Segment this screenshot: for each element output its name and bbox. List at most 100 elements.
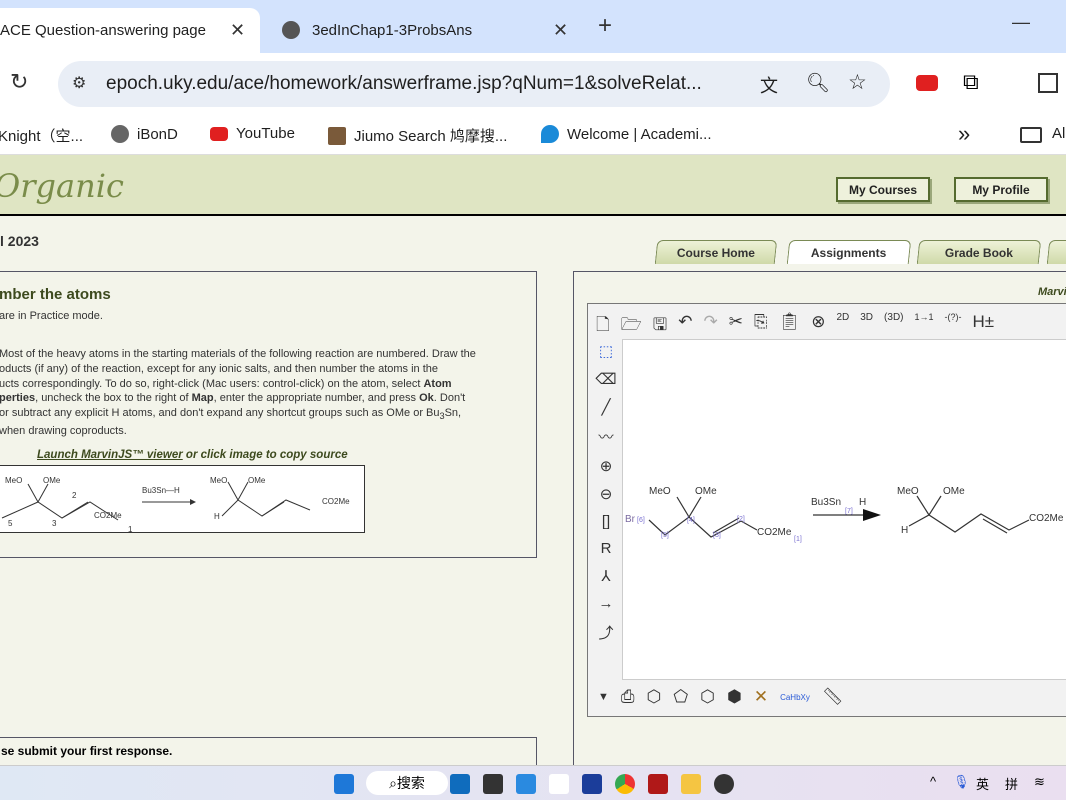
tab-title: 3edInChap1-3ProbsAns [312,22,473,39]
translate-icon[interactable]: 文 [760,72,778,98]
bookmark-ibond[interactable]: iBonD [111,125,178,143]
auto-map-icon[interactable]: 1→1 [915,312,934,341]
youtube-extension-icon[interactable] [916,75,938,91]
launch-marvin-link[interactable]: Launch MarvinJS™ viewer [37,449,183,461]
more-bookmarks-button[interactable]: » [958,121,970,147]
undo-icon[interactable]: ↶ [678,312,692,341]
r-group-icon[interactable]: R [601,540,612,557]
drop-icon [541,125,559,143]
ring-icon[interactable]: ⬡ [647,687,662,707]
close-tab-icon[interactable]: ✕ [553,20,568,41]
chrome-icon[interactable] [615,774,635,794]
new-tab-button[interactable]: + [598,12,612,40]
new-document-icon[interactable]: 🗋 [596,312,610,341]
course-title: l 2023 [0,233,39,249]
rotate-3d-icon[interactable]: (3D) [884,312,903,341]
formula-button[interactable]: CaHbXy [780,693,810,702]
text: . Don't [433,392,466,405]
my-courses-button[interactable]: My Courses [836,177,930,202]
label: MeO [210,476,227,485]
minimize-button[interactable]: — [1012,12,1030,33]
tray-chevron-icon[interactable]: ^ [930,774,936,789]
expand-icon[interactable]: ▼ [598,691,609,703]
charge-minus-icon[interactable]: ⊖ [600,485,613,503]
close-tab-icon[interactable]: ✕ [230,20,245,41]
browser-tab-active[interactable]: ACE Question-answering page ✕ [0,8,260,53]
my-profile-button[interactable]: My Profile [954,177,1048,202]
extensions-icon[interactable]: ⧉ [963,69,979,95]
text-bold: perties [0,392,36,405]
label: 1 [128,525,133,533]
chain-icon[interactable]: 〰 [598,426,613,447]
drawing-canvas[interactable]: MeO OMe Br CO2Me Bu3Sn H MeO OMe H CO2Me… [622,339,1066,680]
bond-icon[interactable]: ╱ [601,398,610,416]
zoom-icon[interactable]: 🔍︎ [806,71,830,95]
bookmark-star-icon[interactable]: ☆ [848,70,867,95]
search-label: 搜索 [396,775,425,791]
tab-grade-book[interactable]: Grade Book [916,240,1042,264]
hexagon-icon[interactable]: ⬡ [700,687,715,707]
wifi-icon[interactable]: ≋ [1034,774,1045,790]
clean-2d-icon[interactable]: 2D [836,312,849,341]
add-hydrogen-icon[interactable]: H± [973,312,995,341]
globe-icon [111,125,129,143]
attachment-icon[interactable]: ⅄ [601,567,610,585]
bookmark-knight[interactable]: Knight（空... [0,125,83,146]
site-header: Organic My Courses My Profile [0,155,1066,216]
browser-tab[interactable]: 3edInChap1-3ProbsAns ✕ [270,8,580,53]
redo-icon[interactable]: ↷ [704,312,718,341]
ime-indicator[interactable]: 拼 [1005,774,1018,793]
map-label: [3] [713,532,721,539]
select-icon[interactable]: ⬚ [599,342,613,360]
copy-icon[interactable]: ⎘ [754,312,768,341]
sgroup-icon[interactable]: -(?)- [945,312,962,341]
youtube-icon [210,126,228,141]
map-label: [7] [845,508,853,515]
text: or subtract any explicit H atoms, and do… [0,407,440,420]
start-icon[interactable] [334,774,354,794]
open-folder-icon[interactable]: 🗁 [621,312,642,341]
vscode-icon[interactable] [516,774,536,794]
tab-assignments[interactable]: Assignments [786,240,912,264]
bookmark-jiumo[interactable]: Jiumo Search 鸠摩搜... [328,125,507,146]
pentagon-icon[interactable]: ⬠ [673,687,688,707]
charge-plus-icon[interactable]: ⊕ [600,457,613,475]
obs-icon[interactable] [714,774,734,794]
taskbar-search[interactable]: ⌕ 搜索 [366,771,448,795]
clean-3d-icon[interactable]: 3D [860,312,873,341]
paste-icon[interactable]: 📋︎ [779,312,801,341]
reaction-image[interactable]: MeO OMe Bu3Sn—H CO2Me 2 3 5 1 MeO OMe H … [0,465,365,533]
bookmark-label: YouTube [236,125,295,142]
reload-icon[interactable]: ↻ [10,69,28,95]
ruler-icon[interactable]: 📏︎ [822,687,844,707]
template-icon[interactable]: ⎙ [621,687,635,707]
acrobat-icon[interactable] [648,774,668,794]
all-bookmarks-button[interactable]: Al [1052,125,1065,142]
site-info-icon[interactable]: ⚙ [72,73,86,93]
folder-icon [1020,127,1042,143]
outlook-icon[interactable] [450,774,470,794]
en-app-icon[interactable] [549,774,569,794]
bookmark-youtube[interactable]: YouTube [210,125,295,142]
side-panel-icon[interactable] [1038,73,1058,93]
reaction-arrow-icon[interactable]: → [599,595,614,612]
tab-course-home[interactable]: Course Home [654,240,778,264]
periodic-icon[interactable]: ✕ [754,687,768,707]
tab-more[interactable] [1046,240,1066,264]
address-bar[interactable]: ⚙ epoch.uky.edu/ace/homework/answerframe… [58,61,890,107]
sticky-notes-icon[interactable] [483,774,503,794]
microphone-icon[interactable]: 🎙︎ [953,774,970,790]
language-indicator[interactable]: 英 [976,774,989,793]
text-line: oducts (if any) of the reaction, except … [0,362,439,375]
cyclohexane-icon[interactable]: ⬢ [727,687,742,707]
zoom-icon[interactable]: ⊗ [811,312,825,341]
save-icon[interactable]: 🖫 [653,312,667,341]
eraser-icon[interactable]: ⌫ [595,370,616,388]
file-explorer-icon[interactable] [681,774,701,794]
bookmark-academia[interactable]: Welcome | Academi... [541,125,712,143]
electron-flow-icon[interactable]: ⤴ [598,622,613,643]
atom-label: OMe [695,486,717,497]
cut-icon[interactable]: ✂ [729,312,743,341]
bracket-icon[interactable]: [] [602,513,610,530]
uk-icon[interactable] [582,774,602,794]
